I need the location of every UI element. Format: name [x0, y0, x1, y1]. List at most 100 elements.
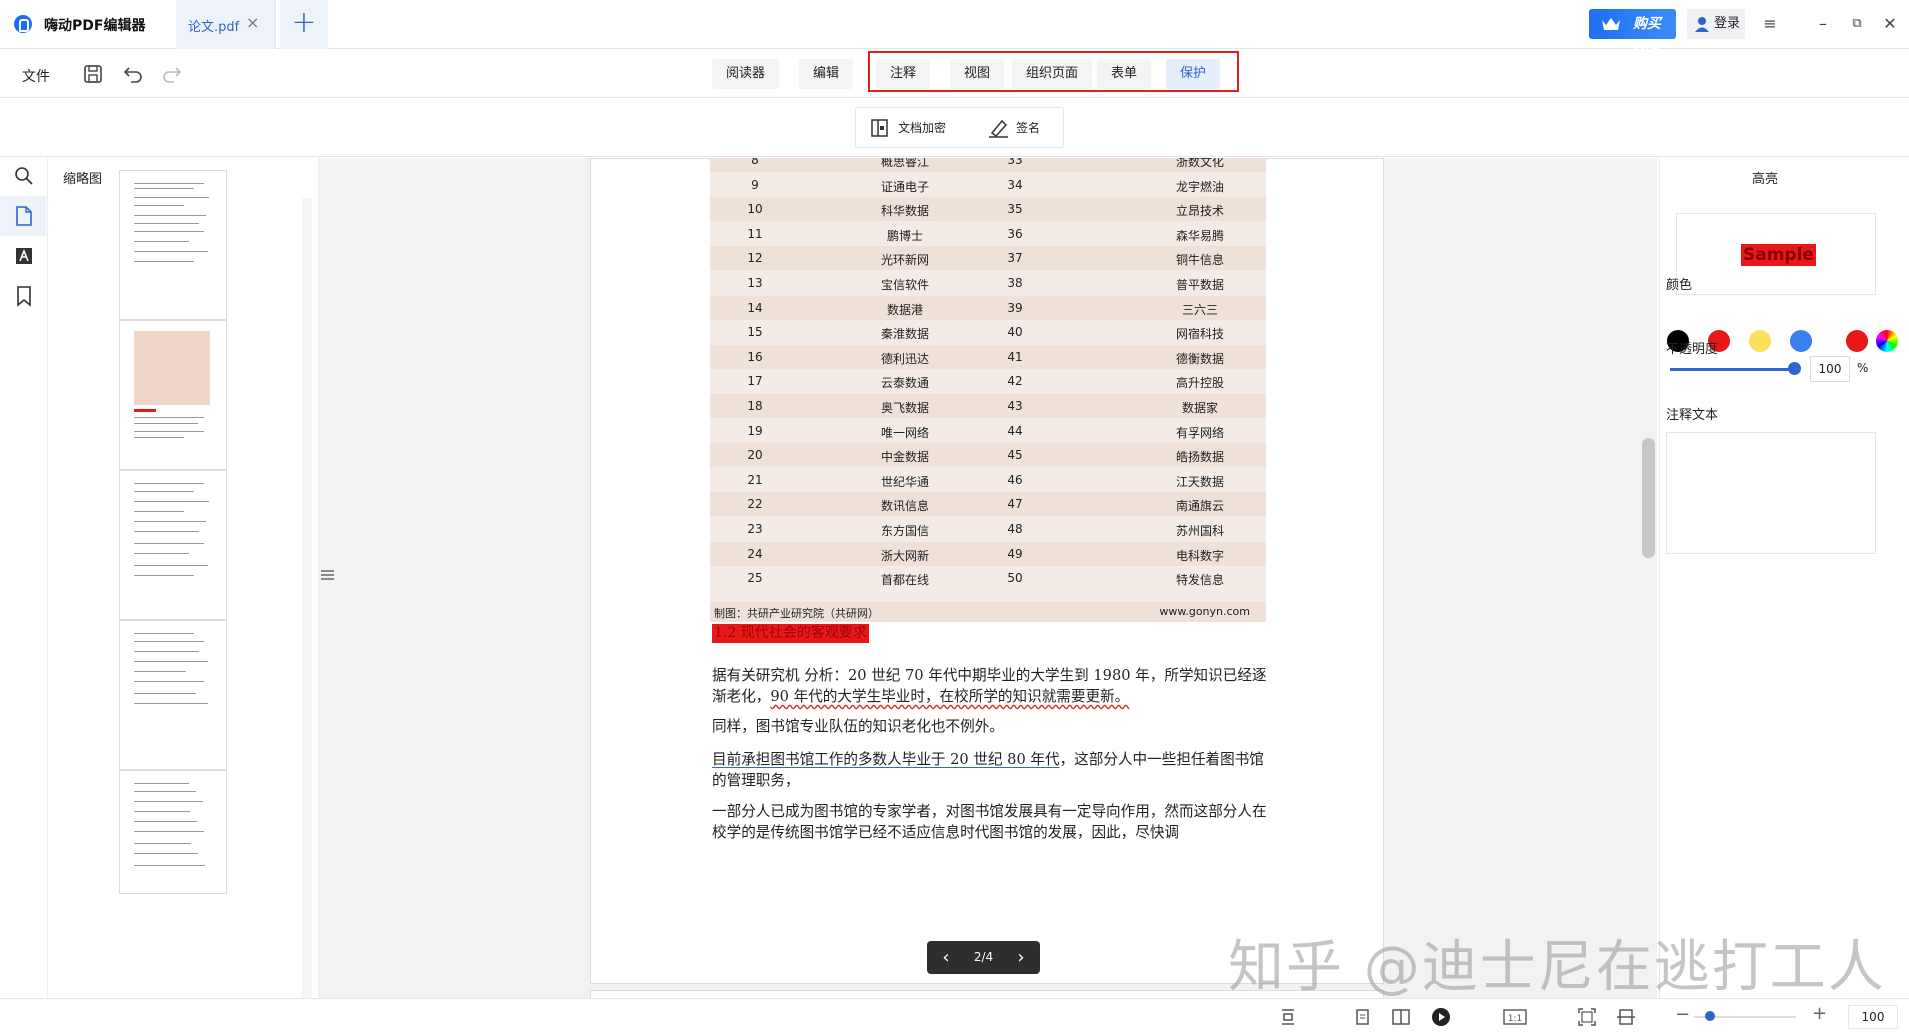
table-row: 11 鹏博士 36 森华易腾 [710, 222, 1266, 246]
color-swatch-current[interactable] [1846, 330, 1868, 352]
table-cell: 13 [747, 276, 763, 290]
page-thumbnail-icon[interactable] [12, 204, 36, 228]
page-thumbnail[interactable] [119, 620, 227, 770]
signature-button[interactable]: 签名 [988, 118, 1040, 138]
zoom-input[interactable]: 100 [1848, 1005, 1898, 1029]
table-cell: 铜牛信息 [1175, 253, 1224, 268]
tab-reader[interactable]: 阅读器 [712, 59, 780, 89]
table-cell: 25 [747, 571, 763, 586]
highlight-preview: Sample [1676, 213, 1876, 295]
table-cell: 龙宇燃油 [1175, 179, 1224, 194]
zoom-in-icon[interactable]: + [1812, 1003, 1827, 1024]
close-tab-icon[interactable]: × [246, 13, 259, 32]
color-picker-icon[interactable] [1876, 330, 1898, 352]
highlight-properties-panel: 高亮 Sample 颜色 不透明度 100 % 注释文本 [1659, 158, 1909, 998]
encrypt-document-button[interactable]: 文档加密 [870, 118, 946, 138]
prev-page-icon[interactable]: ‹ [935, 941, 957, 974]
data-table: 8 概思睿江 33 浙数文化 9 证通电子 34 龙宇燃油 10 科华数据 35 立昂技术 11 鹏博士 3… [710, 158, 1266, 622]
table-cell: 12 [747, 251, 763, 266]
status-bar: 1:1 − + 100 [0, 998, 1909, 1033]
undo-icon[interactable] [121, 62, 145, 86]
file-menu[interactable]: 文件 [22, 66, 50, 86]
table-cell: 36 [1007, 226, 1023, 241]
table-cell: 网宿科技 [1175, 327, 1224, 342]
opacity-slider[interactable] [1670, 368, 1795, 371]
fit-width-icon[interactable] [1616, 1007, 1636, 1027]
encrypt-label: 文档加密 [898, 121, 947, 135]
table-cell: 德衡数据 [1175, 351, 1224, 366]
table-cell: 19 [747, 423, 763, 438]
page-thumbnail[interactable] [119, 170, 227, 320]
document-scrollbar[interactable] [1640, 158, 1657, 998]
document-viewport[interactable]: 8 概思睿江 33 浙数文化 9 证通电子 34 龙宇燃油 10 科华数据 35 立昂技术 11 鹏博士 3… [336, 158, 1643, 998]
table-cell: 23 [747, 522, 763, 536]
main-toolbar: 文件 阅读器 编辑 注释 视图 组织页面 表单 保护 [0, 50, 1909, 98]
zoom-slider-handle[interactable] [1705, 1011, 1715, 1021]
login-label: 登录 [1714, 16, 1741, 31]
minimize-icon[interactable]: – [1811, 12, 1835, 36]
table-cell: 37 [1007, 251, 1023, 266]
table-cell: 46 [1007, 472, 1023, 487]
thumbnail-scrollbar[interactable] [302, 198, 312, 998]
table-cell: 德利迅达 [880, 351, 929, 366]
two-page-icon[interactable] [1391, 1007, 1411, 1027]
table-cell: 浙大网新 [880, 548, 929, 563]
fit-height-icon[interactable] [1278, 1007, 1298, 1027]
panel-title: 高亮 [1751, 172, 1778, 187]
opacity-label: 不透明度 [1666, 342, 1719, 357]
table-cell: 49 [1007, 546, 1023, 561]
actual-size-icon[interactable]: 1:1 [1503, 1007, 1527, 1027]
restore-icon[interactable]: ⧉ [1845, 12, 1869, 36]
table-row: 12 光环新网 37 铜牛信息 [710, 246, 1266, 271]
table-cell: 森华易腾 [1175, 228, 1224, 243]
table-cell: 41 [1007, 349, 1023, 364]
signature-label: 签名 [1016, 121, 1041, 135]
table-cell: 秦淮数据 [880, 327, 929, 342]
note-textarea[interactable] [1666, 432, 1876, 554]
single-page-icon[interactable] [1352, 1007, 1372, 1027]
table-cell: 35 [1007, 202, 1023, 217]
save-icon[interactable] [81, 62, 105, 86]
close-window-icon[interactable]: ✕ [1878, 12, 1902, 36]
document-lock-icon [871, 119, 888, 137]
source-label: 制图：共研产业研究院（共研网） [714, 607, 879, 620]
panel-splitter[interactable] [318, 158, 336, 998]
table-source: 制图：共研产业研究院（共研网） www.gonyn.com [710, 602, 1266, 622]
color-swatch-yellow[interactable] [1749, 330, 1771, 352]
table-row: 25 首都在线 50 特发信息 [710, 566, 1266, 590]
fit-page-icon[interactable] [1577, 1007, 1597, 1027]
app-name: 嗨动PDF编辑器 [44, 18, 146, 34]
page-thumbnail[interactable] [119, 770, 227, 894]
user-icon [1695, 17, 1709, 32]
play-icon[interactable] [1431, 1007, 1451, 1027]
text-icon[interactable] [12, 244, 36, 268]
table-cell: 数据家 [1181, 401, 1218, 415]
redo-icon[interactable] [160, 62, 184, 86]
page-thumbnail[interactable] [119, 470, 227, 620]
table-cell: 普平数据 [1175, 278, 1224, 292]
table-row: 14 数据港 39 三六三 [710, 295, 1266, 320]
tab-edit[interactable]: 编辑 [799, 59, 854, 89]
table-cell: 33 [1007, 158, 1023, 167]
zoom-out-icon[interactable]: − [1675, 1004, 1690, 1025]
source-url: www.gonyn.com [1159, 605, 1250, 618]
table-cell: 南通旗云 [1175, 499, 1224, 514]
color-swatch-blue[interactable] [1790, 330, 1812, 352]
tab-document[interactable]: 论文.pdf × [176, 0, 276, 49]
table-cell: 数据港 [886, 302, 923, 317]
table-cell: 11 [747, 226, 763, 241]
bookmark-icon[interactable] [12, 284, 36, 308]
paragraph: 同样，图书馆专业队伍的知识老化也不例外。 [712, 718, 1004, 735]
opacity-slider-handle[interactable] [1788, 362, 1801, 375]
opacity-input[interactable]: 100 [1810, 356, 1850, 382]
login-button[interactable]: 登录 [1687, 9, 1745, 39]
table-row: 21 世纪华通 46 江天数据 [710, 468, 1266, 492]
buy-vip-button[interactable]: 购买VIP [1589, 9, 1676, 62]
menu-icon[interactable]: ≡ [1758, 12, 1782, 36]
next-page-icon[interactable]: › [1010, 941, 1032, 974]
new-tab-button[interactable]: + [280, 0, 328, 49]
sample-text: Sample [1741, 244, 1816, 266]
page-thumbnail[interactable] [119, 320, 227, 470]
search-icon[interactable] [12, 164, 36, 188]
table-cell: 江天数据 [1175, 474, 1224, 489]
